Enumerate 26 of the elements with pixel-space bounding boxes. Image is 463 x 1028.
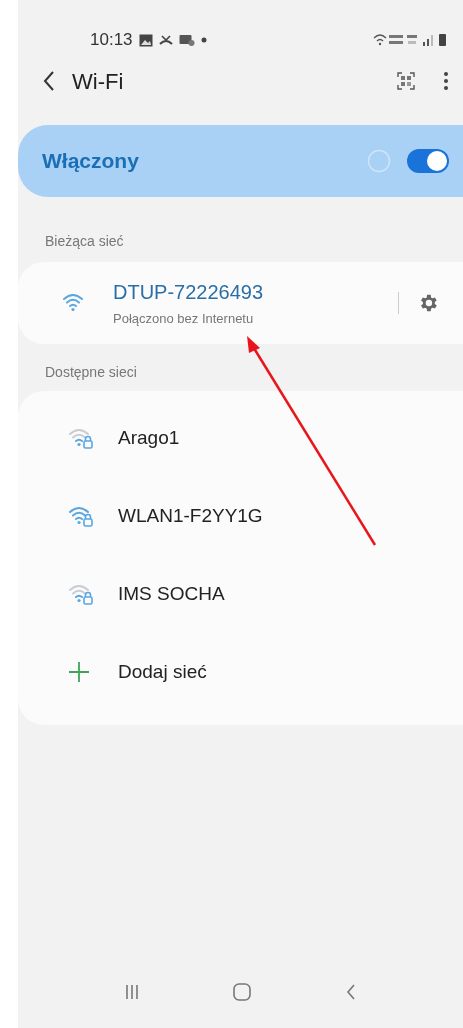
toggle-label: Włączony <box>42 148 139 175</box>
section-title: Bieżąca sieć <box>44 232 125 251</box>
status-indicators-icon <box>373 32 447 48</box>
more-options-icon[interactable] <box>443 71 449 91</box>
network-status: Połączono bez Internetu <box>113 310 255 329</box>
current-network-card[interactable]: DTUP-72226493 Połączono bez Internetu <box>18 262 463 344</box>
network-item[interactable]: Arago1 <box>18 399 463 477</box>
wifi-lock-icon <box>68 505 94 527</box>
network-item[interactable]: IMS SOCHA <box>18 555 463 633</box>
page-title: Wi-Fi <box>72 67 124 96</box>
back-icon[interactable] <box>42 70 56 92</box>
network-item[interactable]: WLAN1-F2YY1G <box>18 477 463 555</box>
status-time: 10:13 <box>90 29 133 52</box>
plus-icon <box>68 661 90 683</box>
network-name: DTUP-72226493 <box>113 280 264 306</box>
recent-apps-icon[interactable] <box>125 984 140 1000</box>
qr-code-icon[interactable] <box>397 72 415 90</box>
home-icon[interactable] <box>233 983 252 1001</box>
add-network-item[interactable]: Dodaj sieć <box>18 633 463 711</box>
dot-icon <box>200 37 207 43</box>
circle-icon <box>367 149 391 173</box>
wifi-lock-icon <box>68 427 94 449</box>
toggle-switch[interactable] <box>407 149 449 173</box>
wifi-lock-icon <box>68 583 94 605</box>
picture-icon <box>138 33 153 47</box>
section-title: Dostępne sieci <box>44 363 138 382</box>
